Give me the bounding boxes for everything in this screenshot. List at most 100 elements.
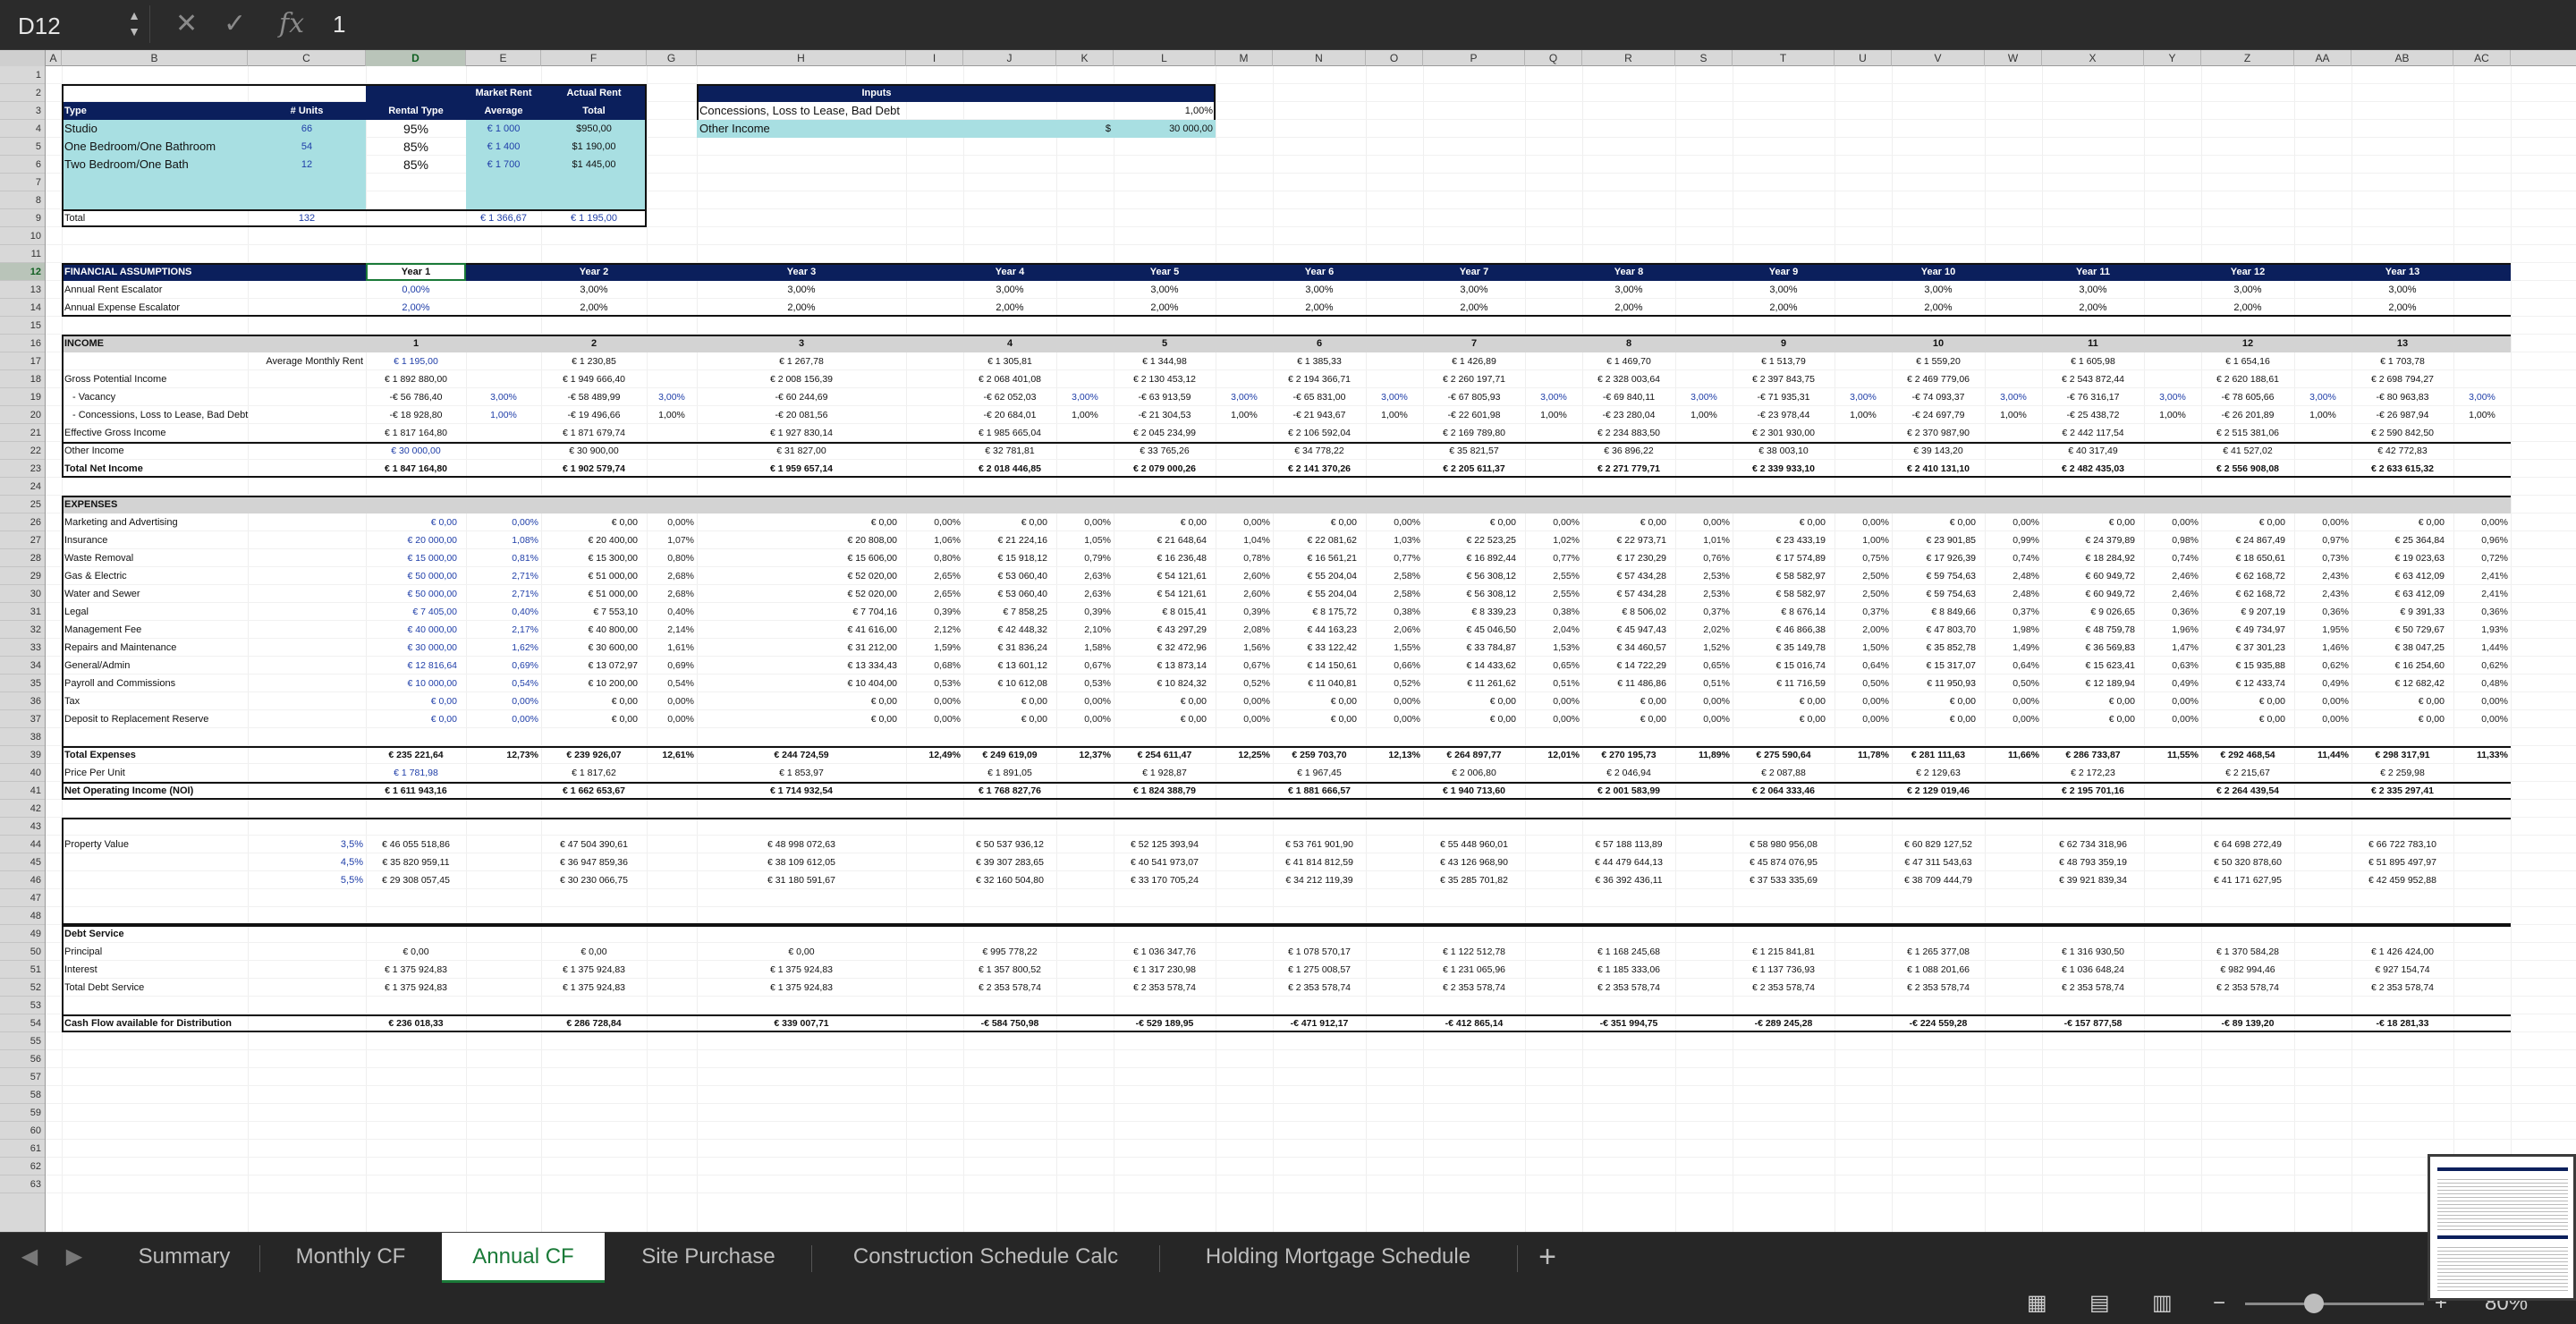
expense-pct[interactable]: 2,71% xyxy=(469,585,538,603)
row-header[interactable]: 34 xyxy=(0,657,45,675)
expense-pct[interactable]: 0,67% xyxy=(1059,657,1111,675)
tni-value[interactable]: € 2 141 370,26 xyxy=(1275,460,1363,478)
row-header[interactable]: 11 xyxy=(0,245,45,263)
expense-value[interactable]: € 45 046,50 xyxy=(1432,621,1516,639)
expense-pct[interactable]: 1,46% xyxy=(2297,639,2349,657)
tni-value[interactable]: € 2 205 611,37 xyxy=(1426,460,1522,478)
units-header[interactable]: # Units xyxy=(250,102,363,120)
expense-pct[interactable]: 0,48% xyxy=(2456,675,2508,692)
expense-value[interactable]: € 19 023,63 xyxy=(2360,549,2445,567)
unit-type[interactable]: One Bedroom/One Bathroom xyxy=(64,138,245,156)
expense-value[interactable]: € 33 784,87 xyxy=(1432,639,1516,657)
year-number[interactable]: 12 xyxy=(2204,335,2292,352)
expense-value[interactable]: € 11 950,93 xyxy=(1901,675,1976,692)
expense-value[interactable]: € 56 308,12 xyxy=(1432,567,1516,585)
cash-flow-value[interactable]: -€ 351 994,75 xyxy=(1585,1014,1673,1032)
rent-escalator[interactable]: 3,00% xyxy=(2045,281,2141,299)
expense-pct[interactable]: 1,06% xyxy=(909,531,961,549)
expense-value[interactable]: € 15 300,00 xyxy=(550,549,638,567)
property-value[interactable]: € 53 761 901,90 xyxy=(1275,836,1363,853)
principal-value[interactable]: € 1 426 424,00 xyxy=(2354,943,2451,961)
price-per-unit-value[interactable]: € 1 853,97 xyxy=(699,764,903,782)
oi-value[interactable]: € 39 143,20 xyxy=(1894,442,1982,460)
noi-value[interactable]: € 1 611 943,16 xyxy=(369,782,463,800)
expense-escalator[interactable]: 2,00% xyxy=(544,299,644,317)
row-header[interactable]: 28 xyxy=(0,549,45,567)
expense-pct[interactable]: 0,38% xyxy=(1368,603,1420,621)
column-header[interactable]: M xyxy=(1216,50,1273,66)
avg_rent-value[interactable]: € 1 195,00 xyxy=(369,352,463,370)
expense-value[interactable]: € 58 582,97 xyxy=(1741,567,1826,585)
expense-value[interactable]: € 57 434,28 xyxy=(1591,585,1666,603)
cap-rate[interactable]: 5,5% xyxy=(250,871,363,889)
vacancy-pct[interactable]: 3,00% xyxy=(1528,388,1580,406)
interest-value[interactable]: € 1 137 736,93 xyxy=(1735,961,1832,979)
interest-value[interactable]: € 927 154,74 xyxy=(2354,961,2451,979)
year-number[interactable]: 8 xyxy=(1585,335,1673,352)
expense-pct[interactable]: 0,00% xyxy=(2297,513,2349,531)
expense-pct[interactable]: 0,00% xyxy=(2456,710,2508,728)
row-header[interactable]: 50 xyxy=(0,943,45,961)
expense-value[interactable]: € 0,00 xyxy=(706,710,897,728)
expense-pct[interactable]: 2,41% xyxy=(2456,567,2508,585)
year-number[interactable]: 6 xyxy=(1275,335,1363,352)
gpi-value[interactable]: € 2 068 401,08 xyxy=(966,370,1054,388)
con-value[interactable]: -€ 24 697,79 xyxy=(1894,406,1982,424)
expense-value[interactable]: € 31 212,00 xyxy=(706,639,897,657)
expense-value[interactable]: € 0,00 xyxy=(1432,692,1516,710)
expense-label[interactable]: Gas & Electric xyxy=(64,567,245,585)
expense-pct[interactable]: 0,37% xyxy=(1837,603,1889,621)
expense-pct[interactable]: 2,60% xyxy=(1218,585,1270,603)
expense-pct[interactable]: 0,00% xyxy=(2297,710,2349,728)
expense-value[interactable]: € 18 284,92 xyxy=(2051,549,2135,567)
expense-pct[interactable]: 0,00% xyxy=(1987,692,2039,710)
debt-service-title[interactable]: Debt Service xyxy=(64,925,245,943)
expense-label[interactable]: Deposit to Replacement Reserve xyxy=(64,710,245,728)
expense-pct[interactable]: 0,51% xyxy=(1528,675,1580,692)
expense-pct[interactable]: 1,53% xyxy=(1528,639,1580,657)
vacancy-pct[interactable]: 3,00% xyxy=(2147,388,2199,406)
column-header[interactable]: F xyxy=(541,50,647,66)
principal-value[interactable]: € 0,00 xyxy=(544,943,644,961)
expense-pct[interactable]: 0,00% xyxy=(1678,692,1730,710)
concessions-pct[interactable]: 1,00% xyxy=(2456,406,2508,424)
expense-pct[interactable]: 0,00% xyxy=(1368,513,1420,531)
property-value[interactable]: € 51 895 497,97 xyxy=(2354,853,2451,871)
expense-value[interactable]: € 17 926,39 xyxy=(1901,549,1976,567)
expense-value[interactable]: € 57 434,28 xyxy=(1591,567,1666,585)
column-header[interactable]: S xyxy=(1675,50,1733,66)
expense-pct[interactable]: 0,00% xyxy=(1218,692,1270,710)
property-value[interactable]: € 39 307 283,65 xyxy=(966,853,1054,871)
vac-value[interactable]: -€ 80 963,83 xyxy=(2354,388,2451,406)
row-header[interactable]: 27 xyxy=(0,531,45,549)
total-value[interactable]: € 2 353 578,74 xyxy=(1585,979,1673,997)
row-header[interactable]: 43 xyxy=(0,818,45,836)
avg_rent-value[interactable]: € 1 230,85 xyxy=(544,352,644,370)
total-expenses-value[interactable]: € 239 926,07 xyxy=(544,746,644,764)
year-header[interactable]: Year 2 xyxy=(544,263,644,281)
column-header[interactable]: O xyxy=(1366,50,1423,66)
expense-value[interactable]: € 50 000,00 xyxy=(375,567,457,585)
expense-value[interactable]: € 7 704,16 xyxy=(706,603,897,621)
column-header[interactable]: E xyxy=(466,50,541,66)
principal-value[interactable]: € 1 370 584,28 xyxy=(2204,943,2292,961)
expense-pct[interactable]: 0,39% xyxy=(1218,603,1270,621)
cash-flow-value[interactable]: -€ 529 189,95 xyxy=(1116,1014,1213,1032)
expense-value[interactable]: € 15 918,12 xyxy=(972,549,1047,567)
expense-pct[interactable]: 0,00% xyxy=(1987,513,2039,531)
rent-escalator[interactable]: 3,00% xyxy=(1426,281,1522,299)
total-expenses-pct[interactable]: 12,01% xyxy=(1528,746,1580,764)
con-value[interactable]: -€ 26 987,94 xyxy=(2354,406,2451,424)
expense-pct[interactable]: 2,10% xyxy=(1059,621,1111,639)
total-value[interactable]: € 2 353 578,74 xyxy=(1894,979,1982,997)
expense-value[interactable]: € 56 308,12 xyxy=(1432,585,1516,603)
expense-value[interactable]: € 55 204,04 xyxy=(1282,567,1357,585)
rent-escalator[interactable]: 3,00% xyxy=(699,281,903,299)
gpi-value[interactable]: € 2 194 366,71 xyxy=(1275,370,1363,388)
property-value[interactable]: € 32 160 504,80 xyxy=(966,871,1054,889)
rental-type-header[interactable]: Rental Type xyxy=(369,102,463,120)
expense-pct[interactable]: 0,00% xyxy=(2456,513,2508,531)
column-header[interactable]: H xyxy=(697,50,906,66)
principal-value[interactable]: € 1 168 245,68 xyxy=(1585,943,1673,961)
row-header[interactable]: 19 xyxy=(0,388,45,406)
